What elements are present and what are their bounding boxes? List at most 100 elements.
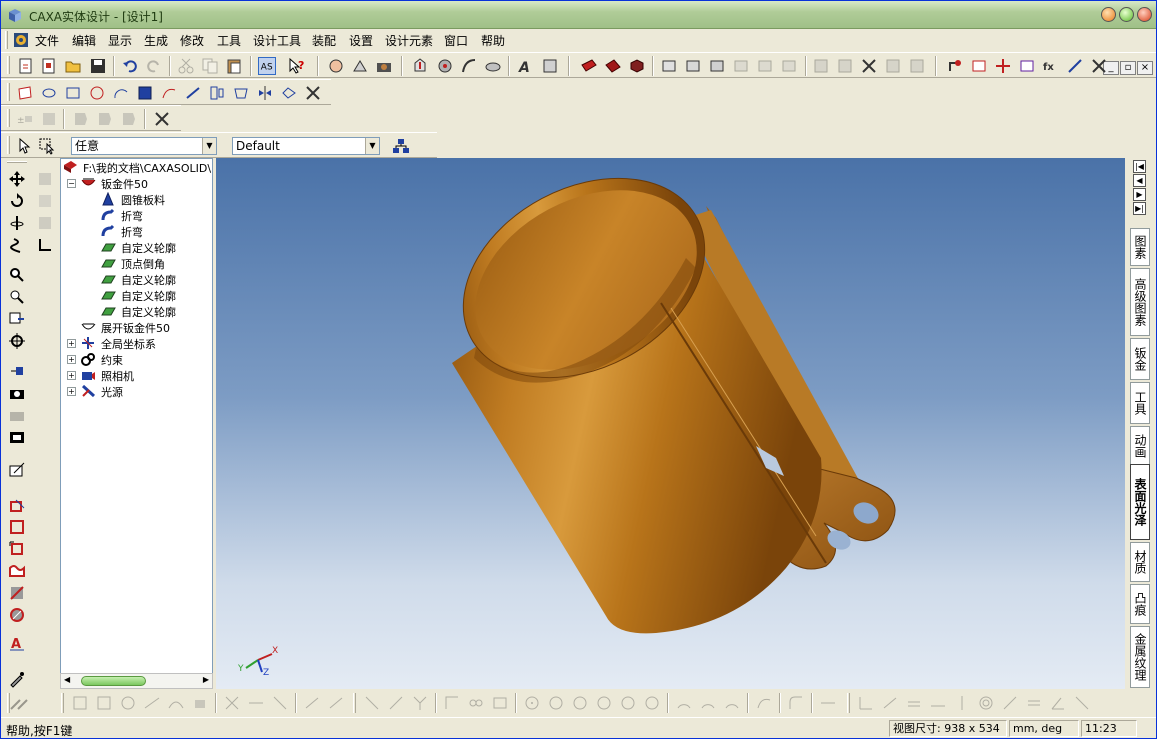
design-tree[interactable]: F:\我的文档\CAXASOLID\ − 钣金件50 圆锥板料 折弯 折弯 自定…	[60, 158, 213, 688]
tab-next-button[interactable]: ▶	[1133, 188, 1146, 201]
menu-edit[interactable]: 编辑	[72, 32, 96, 49]
trim-icon[interactable]	[223, 694, 241, 712]
face-draft-icon[interactable]	[1066, 57, 1084, 75]
menu-design-elements[interactable]: 设计元素	[385, 32, 433, 49]
constraint-angle-icon[interactable]	[1049, 694, 1067, 712]
slope-profile-icon[interactable]	[8, 584, 26, 602]
scroll-thumb[interactable]	[81, 676, 146, 686]
sketch-exit-icon[interactable]	[304, 84, 322, 102]
constraint-perp-icon[interactable]	[857, 694, 875, 712]
toolbar-grip[interactable]	[847, 693, 850, 713]
sketch-rect-icon[interactable]	[64, 84, 82, 102]
constraint-parallel-icon[interactable]	[905, 694, 923, 712]
tab-metal-texture[interactable]: 金属纹理	[1130, 626, 1150, 688]
tab-animation[interactable]: 动画	[1130, 426, 1150, 466]
view-to-icon[interactable]	[8, 310, 26, 328]
undo-icon[interactable]	[121, 57, 139, 75]
sketch-line-icon[interactable]	[184, 84, 202, 102]
sheet-metal-red-icon[interactable]	[580, 57, 598, 75]
select-arrow-icon[interactable]	[15, 137, 33, 155]
smart-render-icon[interactable]: AS	[258, 57, 276, 75]
bisector-icon[interactable]	[411, 694, 429, 712]
constraint-equal-icon[interactable]	[1025, 694, 1043, 712]
display-hidden-icon[interactable]	[36, 214, 54, 232]
snap-tangent-icon[interactable]	[143, 694, 161, 712]
move-view-icon[interactable]	[8, 170, 26, 188]
face-delete-icon[interactable]	[1018, 57, 1036, 75]
select-box-icon[interactable]	[38, 137, 56, 155]
menu-help[interactable]: 帮助	[481, 32, 505, 49]
tab-prev-button[interactable]: ◀	[1133, 174, 1146, 187]
sketch-plane-icon[interactable]	[16, 84, 34, 102]
face-move-icon[interactable]	[994, 57, 1012, 75]
snap-curve-icon[interactable]	[167, 694, 185, 712]
fillet-2d-icon[interactable]	[787, 694, 805, 712]
zoom-icon[interactable]	[8, 266, 26, 284]
render-style-icon[interactable]	[8, 461, 26, 479]
snap-stamp-icon[interactable]	[191, 694, 209, 712]
pattern-icon[interactable]	[908, 57, 926, 75]
save-icon[interactable]	[89, 57, 107, 75]
split-icon[interactable]	[860, 57, 878, 75]
new-design-icon[interactable]	[17, 57, 35, 75]
menu-tools[interactable]: 工具	[217, 32, 241, 49]
menu-design-tools[interactable]: 设计工具	[253, 32, 301, 49]
constraint-tangent-icon[interactable]	[881, 694, 899, 712]
arc-3pt-icon[interactable]	[699, 694, 717, 712]
extend-icon[interactable]	[247, 694, 265, 712]
frame-profile-icon[interactable]	[8, 540, 26, 558]
toolbar-grip[interactable]	[353, 693, 356, 713]
extrude-icon[interactable]	[660, 57, 678, 75]
sweep-icon[interactable]	[460, 57, 478, 75]
rotate-view-icon[interactable]	[8, 192, 26, 210]
dynamic-rotate-icon[interactable]	[351, 57, 369, 75]
break-icon[interactable]	[271, 694, 289, 712]
snap-grid-icon[interactable]	[71, 694, 89, 712]
arc-icon[interactable]	[675, 694, 693, 712]
redo-icon[interactable]	[145, 57, 163, 75]
menu-generate[interactable]: 生成	[144, 32, 168, 49]
camera-icon[interactable]	[8, 384, 26, 402]
pan-view-icon[interactable]	[327, 57, 345, 75]
expand-toggle[interactable]: +	[67, 355, 76, 364]
snap-circle-icon[interactable]	[119, 694, 137, 712]
dimension-icon[interactable]: ±	[16, 110, 34, 128]
connector-icon[interactable]	[467, 694, 485, 712]
snap-rect-icon[interactable]	[95, 694, 113, 712]
eyedropper-icon[interactable]	[8, 670, 26, 688]
angle-line-icon[interactable]	[387, 694, 405, 712]
scroll-left-icon[interactable]: ◀	[64, 675, 70, 684]
orbit-view-icon[interactable]	[8, 236, 26, 254]
toolbar-grip[interactable]	[7, 56, 10, 74]
circle-tan3-icon[interactable]	[643, 694, 661, 712]
sketch-constraint-icon[interactable]	[280, 84, 298, 102]
help-pointer-icon[interactable]: ?	[288, 57, 306, 75]
tab-advanced-primitives[interactable]: 高级图素	[1130, 268, 1150, 336]
display-axis-icon[interactable]	[36, 236, 54, 254]
eraser-icon[interactable]	[15, 694, 33, 712]
toolbar-grip[interactable]	[7, 83, 10, 101]
open-folder-icon[interactable]	[64, 57, 82, 75]
tab-last-button[interactable]: ▶|	[1133, 202, 1146, 215]
project-curve-icon[interactable]	[327, 694, 345, 712]
title-bar[interactable]: CAXA实体设计 - [设计1]	[1, 1, 1156, 29]
zoom-window-icon[interactable]	[8, 288, 26, 306]
circle-center-icon[interactable]	[523, 694, 541, 712]
display-shaded-icon[interactable]	[36, 170, 54, 188]
cut-icon[interactable]	[177, 57, 195, 75]
toolbar-grip[interactable]	[7, 136, 10, 154]
constraint-vertical-icon[interactable]	[953, 694, 971, 712]
tab-primitives[interactable]: 图素	[1130, 228, 1150, 266]
point-view-icon[interactable]	[8, 362, 26, 380]
sketch-arc-icon[interactable]	[112, 84, 130, 102]
wave-profile-icon[interactable]	[8, 562, 26, 580]
text-profile-icon[interactable]: A	[8, 634, 26, 652]
spline-icon[interactable]	[755, 694, 773, 712]
copy-icon[interactable]	[201, 57, 219, 75]
menu-modify[interactable]: 修改	[180, 32, 204, 49]
loft-icon[interactable]	[484, 57, 502, 75]
tab-sheet-metal[interactable]: 钣金	[1130, 338, 1150, 380]
paste-icon[interactable]	[225, 57, 243, 75]
sketch-circle-icon[interactable]	[88, 84, 106, 102]
revolve-icon[interactable]	[684, 57, 702, 75]
